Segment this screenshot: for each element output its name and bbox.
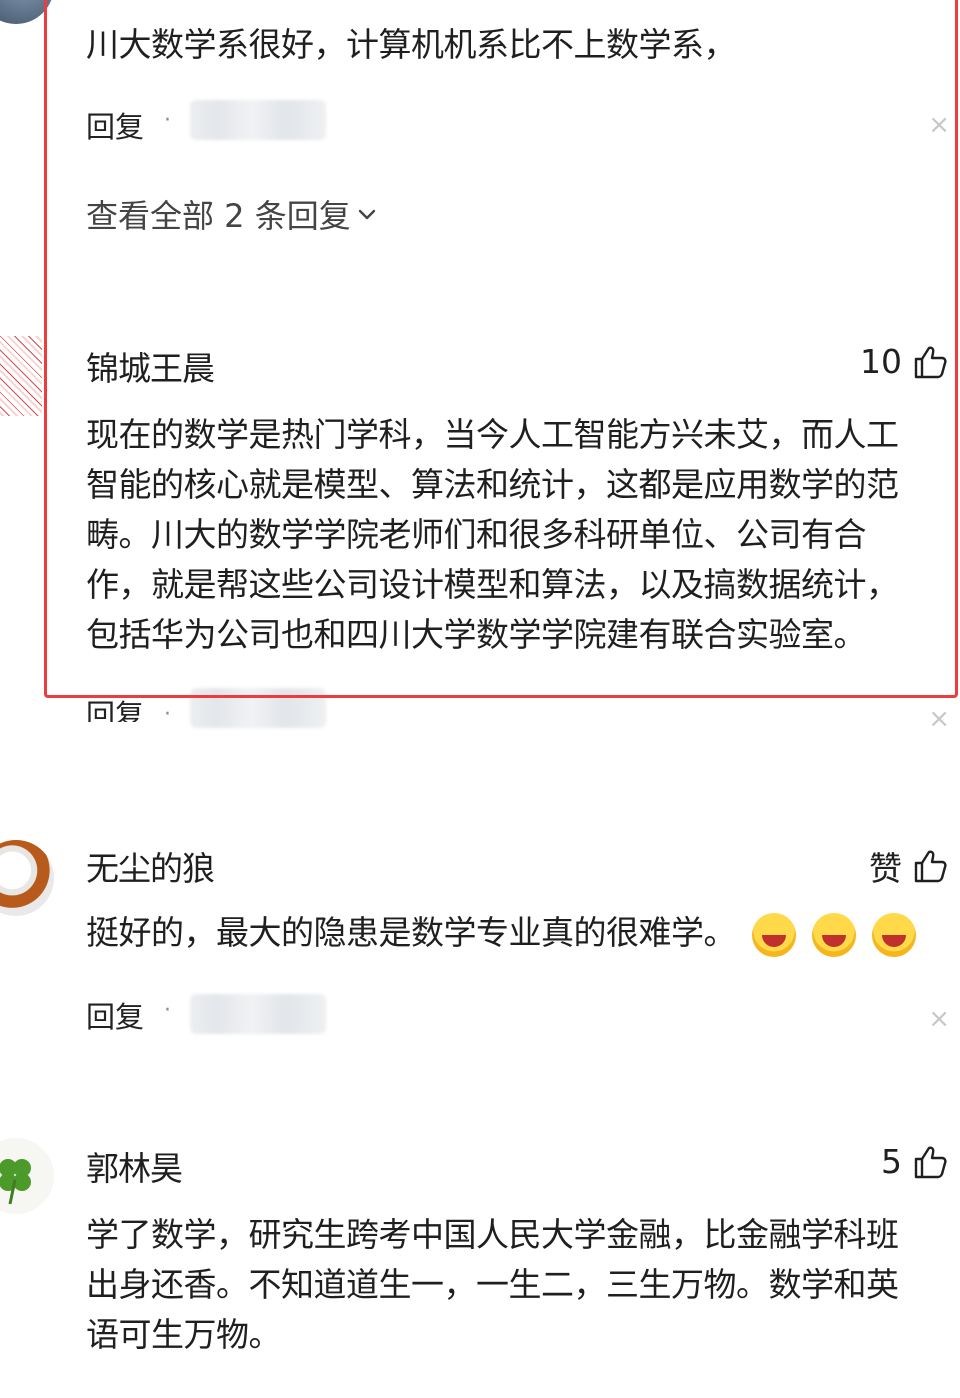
avatar[interactable]: [0, 336, 42, 416]
close-icon[interactable]: ×: [928, 1004, 950, 1034]
redacted-timestamp: [190, 994, 326, 1034]
view-all-label: 查看全部 2 条回复: [86, 197, 351, 235]
comment-text-line: 包括华为公司也和四川大学数学学院建有联合实验室。: [86, 615, 867, 654]
view-all-replies-button[interactable]: 查看全部 2 条回复: [86, 191, 379, 237]
comment-text-line: 畴。川大的数学学院老师们和很多科研单位、公司有合: [86, 515, 867, 554]
comment-text: 川大数学系很好，计算机机系比不上数学系，: [86, 25, 737, 64]
clover-icon: [0, 1159, 31, 1205]
like-button[interactable]: 5: [881, 1142, 948, 1181]
avatar[interactable]: [0, 1138, 54, 1214]
avatar[interactable]: [0, 0, 54, 24]
username[interactable]: 郭林昊: [86, 1142, 183, 1190]
username[interactable]: 锦城王晨: [86, 342, 215, 390]
close-icon[interactable]: ×: [928, 704, 950, 734]
like-count: 10: [860, 342, 902, 381]
close-icon[interactable]: ×: [928, 110, 950, 140]
comment-text-line: 挺好的，最大的隐患是数学专业真的很难学。: [86, 913, 737, 952]
redacted-timestamp: [190, 688, 326, 728]
laughing-emoji-icon: [752, 912, 796, 957]
like-button[interactable]: 赞: [869, 842, 948, 890]
reply-button[interactable]: 回复: [86, 104, 144, 146]
redacted-timestamp: [190, 100, 326, 140]
like-count: 5: [881, 1142, 902, 1181]
thumbs-up-icon: [914, 850, 947, 883]
reply-button[interactable]: 回复: [86, 692, 144, 722]
thumbs-up-icon: [914, 346, 947, 378]
laughing-emoji-icon: [812, 912, 856, 957]
reply-button[interactable]: 回复: [86, 994, 144, 1036]
chevron-down-icon: [358, 209, 375, 220]
comment-text-line: 作，就是帮这些公司设计模型和算法，以及搞数据统计，: [86, 565, 899, 604]
comment-text-line: 智能的核心就是模型、算法和统计，这都是应用数学的范: [86, 465, 899, 504]
comment-text-line: 现在的数学是热门学科，当今人工智能方兴未艾，而人工: [86, 415, 899, 454]
comment-text-line: 语可生万物。: [86, 1315, 282, 1354]
comment-text-line: 出身还香。不知道道生一，一生二，三生万物。数学和英: [86, 1265, 899, 1304]
separator-dot: ·: [164, 702, 171, 727]
thumbs-up-icon: [914, 1146, 947, 1178]
username[interactable]: 无尘的狼: [86, 842, 215, 890]
separator-dot: ·: [164, 108, 171, 133]
laughing-emoji-icon: [872, 912, 916, 957]
separator-dot: ·: [164, 998, 171, 1023]
comment-text-line: 学了数学，研究生跨考中国人民大学金融，比金融学科班: [86, 1215, 899, 1254]
like-label: 赞: [869, 849, 902, 888]
comment-text: 挺好的，最大的隐患是数学专业真的很难学。: [86, 908, 916, 958]
avatar[interactable]: [0, 840, 54, 916]
like-button[interactable]: 10: [860, 342, 948, 381]
